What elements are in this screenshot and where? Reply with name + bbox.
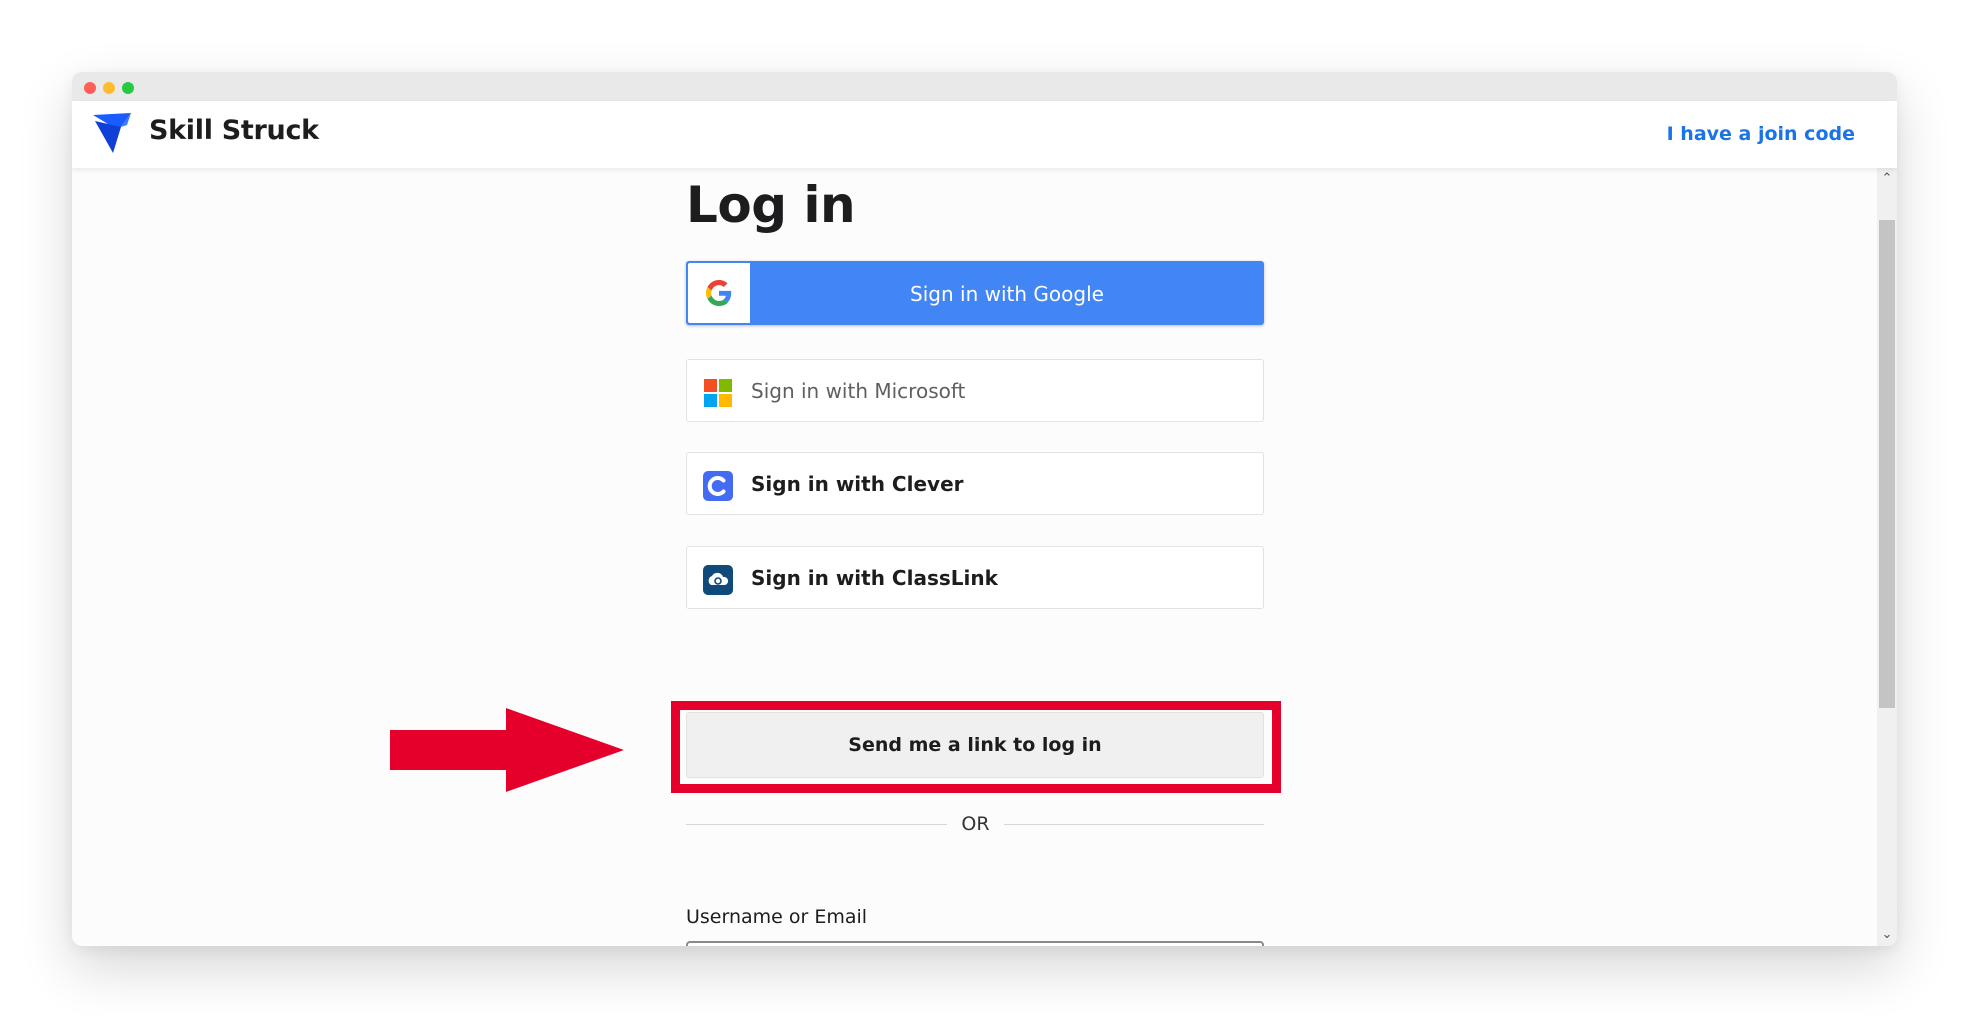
google-sign-in-button[interactable]: Sign in with Google [686, 261, 1264, 325]
or-divider-text: OR [961, 813, 990, 835]
scrollbar-thumb[interactable] [1879, 220, 1895, 708]
google-icon [706, 280, 732, 306]
username-email-input[interactable] [686, 941, 1264, 946]
classlink-button-label: Sign in with ClassLink [751, 566, 998, 590]
red-arrow-annotation [390, 708, 624, 792]
page-title: Log in [686, 176, 856, 234]
classlink-icon [703, 565, 733, 595]
browser-window: Skill Struck I have a join code Log in S… [72, 72, 1897, 946]
maximize-window-button[interactable] [122, 82, 134, 94]
microsoft-sign-in-button[interactable]: Sign in with Microsoft [686, 359, 1264, 422]
scroll-up-arrow-icon[interactable]: ⌃ [1877, 170, 1897, 188]
send-login-link-label: Send me a link to log in [848, 734, 1102, 756]
google-icon-container [688, 263, 750, 323]
clever-button-label: Sign in with Clever [751, 472, 964, 496]
clever-icon [703, 471, 733, 501]
minimize-window-button[interactable] [103, 82, 115, 94]
google-button-label: Sign in with Google [910, 282, 1104, 306]
microsoft-button-label: Sign in with Microsoft [751, 379, 966, 403]
classlink-sign-in-button[interactable]: Sign in with ClassLink [686, 546, 1264, 609]
window-titlebar [72, 72, 1897, 101]
close-window-button[interactable] [84, 82, 96, 94]
clever-sign-in-button[interactable]: Sign in with Clever [686, 452, 1264, 515]
skill-struck-logo-icon[interactable] [91, 111, 133, 155]
vertical-scrollbar[interactable]: ⌃ ⌄ [1877, 168, 1897, 946]
or-divider: OR [686, 813, 1264, 837]
send-login-link-button[interactable]: Send me a link to log in [686, 712, 1264, 778]
brand-name[interactable]: Skill Struck [149, 115, 319, 146]
join-code-link[interactable]: I have a join code [1667, 123, 1855, 145]
site-header: Skill Struck I have a join code [72, 101, 1897, 168]
scroll-down-arrow-icon[interactable]: ⌄ [1877, 926, 1897, 944]
username-label: Username or Email [686, 906, 868, 928]
divider-line-right [1004, 824, 1264, 825]
microsoft-icon [704, 379, 732, 407]
divider-line-left [686, 824, 947, 825]
